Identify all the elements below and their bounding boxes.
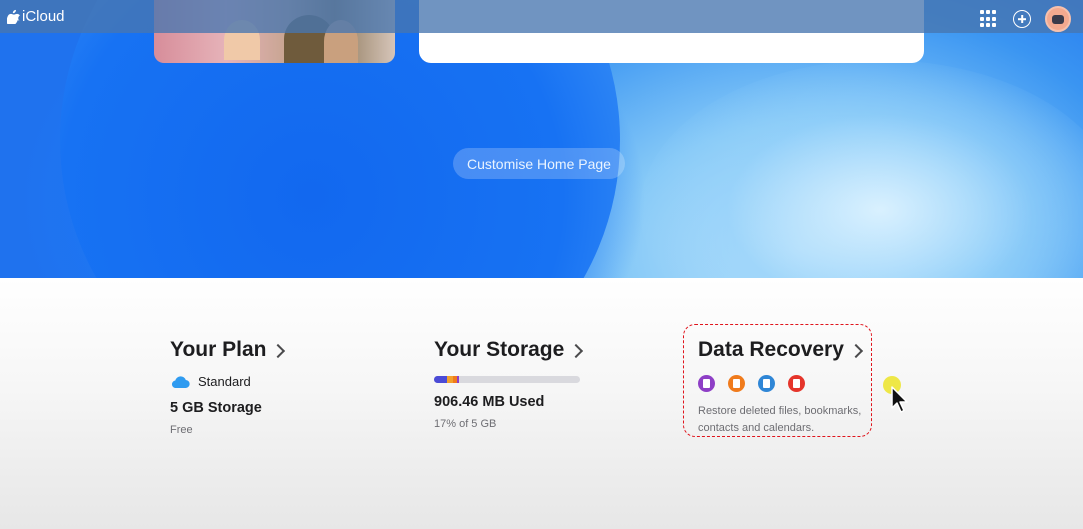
storage-segment-1 [434, 376, 447, 383]
icloud-logo[interactable]: iCloud [7, 8, 65, 25]
top-bar: iCloud [0, 0, 1083, 33]
add-circle-icon[interactable] [1013, 10, 1031, 28]
highlight-outline [683, 324, 872, 437]
storage-usage-bar [434, 376, 580, 383]
plan-storage: 5 GB Storage [170, 400, 262, 416]
avatar[interactable] [1045, 6, 1071, 32]
brand-name: iCloud [22, 8, 65, 25]
home-hero: Customise Home Page [0, 0, 1083, 278]
customise-home-page-button[interactable]: Customise Home Page [453, 148, 625, 179]
cloud-icon [171, 376, 190, 388]
storage-title[interactable]: Your Storage [434, 338, 584, 362]
storage-tile[interactable]: Your Storage 906.46 MB Used 17% of 5 GB [434, 338, 584, 430]
storage-segment-4 [457, 376, 459, 383]
plan-title[interactable]: Your Plan [170, 338, 286, 362]
storage-percent: 17% of 5 GB [434, 418, 497, 430]
hero-background-glow [640, 60, 1083, 278]
plan-tile[interactable]: Your Plan Standard 5 GB Storage Free [170, 338, 286, 436]
apple-logo-icon [7, 9, 20, 24]
app-grid-icon[interactable] [979, 9, 999, 29]
storage-used: 906.46 MB Used [434, 394, 545, 410]
chevron-right-icon [569, 343, 584, 358]
chevron-right-icon [271, 343, 286, 358]
plan-price: Free [170, 424, 193, 436]
mouse-pointer-icon [891, 386, 908, 413]
plan-tier: Standard [198, 374, 251, 389]
